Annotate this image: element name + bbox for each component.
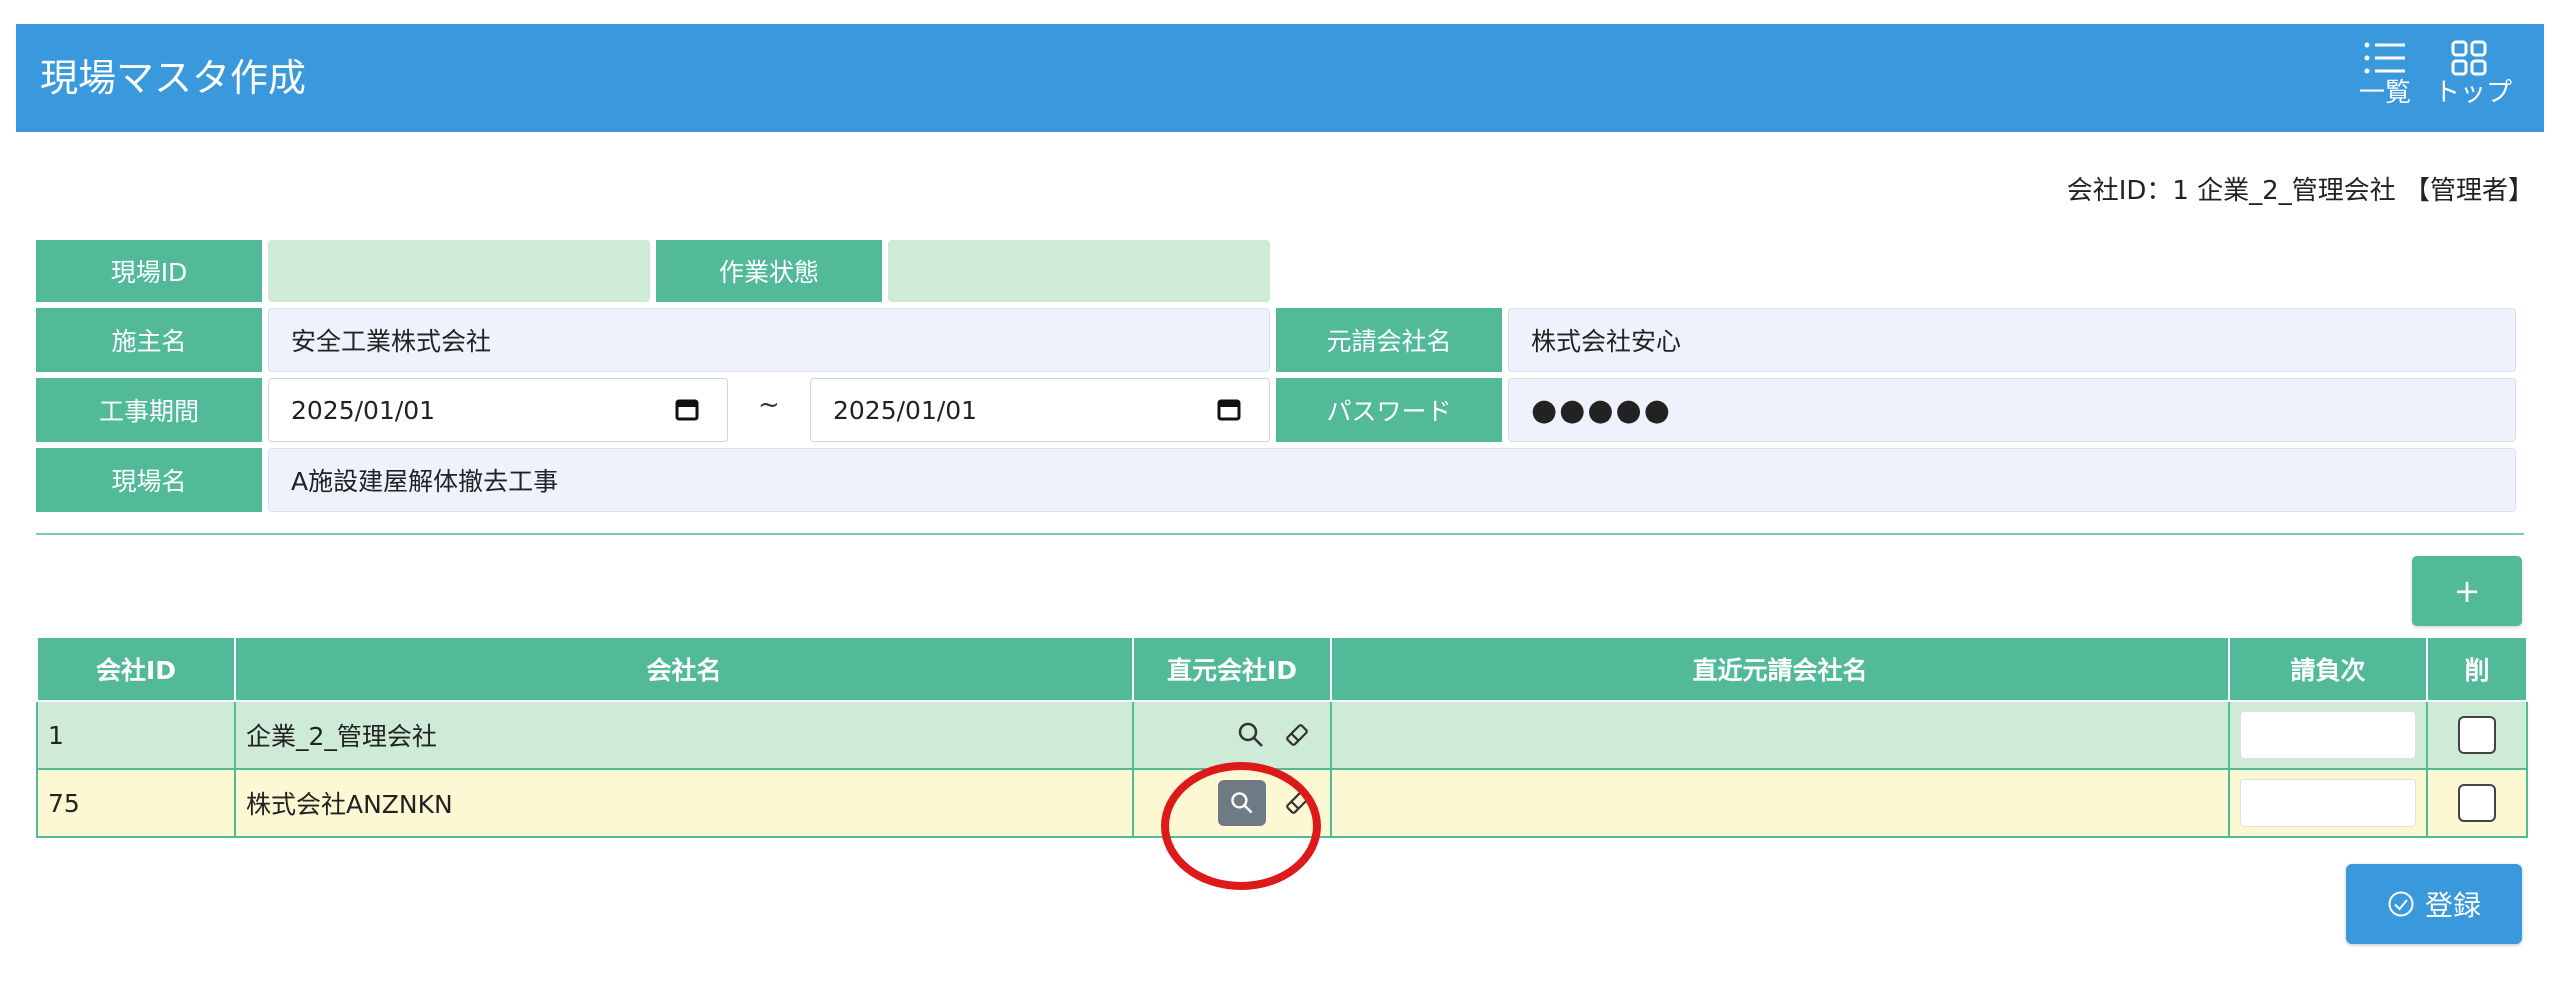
eraser-icon[interactable]: [1282, 720, 1312, 750]
company-name-cell: 企業_2_管理会社: [234, 700, 1134, 770]
tier-cell: [2228, 700, 2428, 770]
eraser-icon[interactable]: [1282, 788, 1312, 818]
password-field[interactable]: ●●●●●: [1508, 378, 2516, 442]
company-id-cell: 75: [36, 768, 236, 838]
tier-cell: [2228, 768, 2428, 838]
list-button[interactable]: 一覧: [2350, 34, 2420, 124]
direct-parent-name-cell: [1330, 768, 2230, 838]
site-id-field[interactable]: [268, 240, 650, 302]
col-company-name: 会社名: [234, 636, 1134, 702]
list-button-label: 一覧: [2358, 78, 2411, 108]
col-direct-parent-name: 直近元請会社名: [1330, 636, 2230, 702]
top-button-label: トップ: [2434, 78, 2513, 108]
table-row: 1 企業_2_管理会社: [36, 700, 2528, 770]
work-status-field[interactable]: [888, 240, 1270, 302]
password-label: パスワード: [1276, 378, 1502, 442]
delete-checkbox[interactable]: [2458, 716, 2496, 754]
direct-parent-id-cell: [1132, 700, 1332, 770]
company-id-cell: 1: [36, 700, 236, 770]
work-status-label: 作業状態: [656, 240, 882, 302]
period-end-input[interactable]: 2025/01/01: [810, 378, 1270, 442]
company-info: 会社ID：1 企業_2_管理会社 【管理者】: [2066, 176, 2534, 206]
col-direct-parent-id: 直元会社ID: [1132, 636, 1332, 702]
tier-input[interactable]: [2240, 779, 2416, 827]
check-circle-icon: [2388, 891, 2414, 917]
period-start-input[interactable]: 2025/01/01: [268, 378, 728, 442]
client-name-field[interactable]: 安全工業株式会社: [268, 308, 1270, 372]
col-tier: 請負次: [2228, 636, 2428, 702]
calendar-icon[interactable]: [1217, 399, 1241, 421]
search-icon[interactable]: [1236, 720, 1266, 750]
register-button-label: 登録: [2424, 889, 2481, 922]
company-name-cell: 株式会社ANZNKN: [234, 768, 1134, 838]
tier-input[interactable]: [2240, 711, 2416, 759]
grid-icon: [2451, 40, 2487, 76]
table-header-row: 会社ID 会社名 直元会社ID 直近元請会社名 請負次 削: [36, 636, 2528, 702]
search-icon: [1231, 792, 1253, 814]
site-name-label: 現場名: [36, 448, 262, 512]
period-end-value: 2025/01/01: [833, 395, 978, 425]
col-company-id: 会社ID: [36, 636, 236, 702]
top-button[interactable]: トップ: [2434, 34, 2513, 124]
calendar-icon[interactable]: [675, 399, 699, 421]
direct-parent-id-cell: [1132, 768, 1332, 838]
list-icon: [2364, 42, 2405, 74]
page-title: 現場マスタ作成: [40, 56, 307, 100]
period-separator: ~: [758, 390, 780, 420]
site-id-label: 現場ID: [36, 240, 262, 302]
delete-cell: [2426, 700, 2528, 770]
app-header: 現場マスタ作成 一覧 トップ: [16, 24, 2544, 132]
client-name-label: 施主名: [36, 308, 262, 372]
section-divider: [36, 533, 2524, 535]
delete-cell: [2426, 768, 2528, 838]
period-start-value: 2025/01/01: [291, 395, 436, 425]
period-label: 工事期間: [36, 378, 262, 442]
prime-contractor-label: 元請会社名: [1276, 308, 1502, 372]
register-button[interactable]: 登録: [2346, 864, 2522, 944]
company-table: 会社ID 会社名 直元会社ID 直近元請会社名 請負次 削 1 企業_2_管理会…: [36, 636, 2528, 838]
delete-checkbox[interactable]: [2458, 784, 2496, 822]
site-name-field[interactable]: A施設建屋解体撤去工事: [268, 448, 2516, 512]
prime-contractor-field[interactable]: 株式会社安心: [1508, 308, 2516, 372]
table-row: 75 株式会社ANZNKN: [36, 768, 2528, 838]
direct-parent-name-cell: [1330, 700, 2230, 770]
add-row-button[interactable]: +: [2412, 556, 2522, 626]
search-button[interactable]: [1218, 780, 1266, 826]
col-delete: 削: [2426, 636, 2528, 702]
